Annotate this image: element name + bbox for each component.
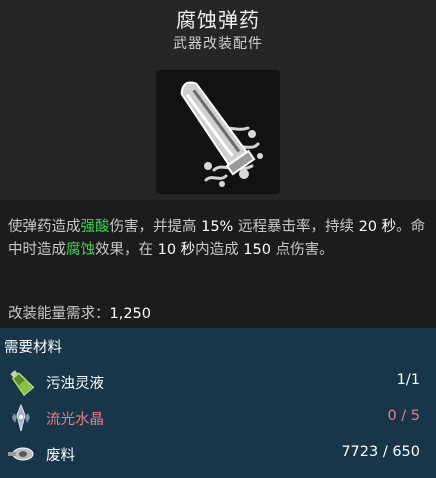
tooltip-header: 腐蚀弹药 武器改装配件 [0,0,436,200]
desc-number: 20 秒 [358,219,397,235]
item-tooltip-panel: 腐蚀弹药 武器改装配件 使弹药造成强酸伤害，并提高 15% 远程暴击率，持续 2… [0,0,436,478]
item-description: 使弹药造成强酸伤害，并提高 15% 远程暴击率，持续 20 秒。命中时造成腐蚀效… [8,216,428,262]
materials-section: 需要材料 污浊灵液 1/1 流光水晶 0 / 5 废料 7723 / 650 [0,328,436,478]
material-count: 0 / 5 [387,408,420,424]
item-title: 腐蚀弹药 [176,8,260,32]
energy-requirement: 改装能量需求：1,250 [8,302,151,323]
desc-text: 内造成 [195,242,244,258]
item-subtitle: 武器改装配件 [173,36,263,52]
material-row: 废料 7723 / 650 [0,436,436,472]
bottle-icon [6,367,36,397]
desc-number: 150 [243,242,271,258]
scrap-icon [6,439,36,469]
material-name: 污浊灵液 [46,376,104,392]
desc-highlight: 强酸 [80,219,110,235]
material-row: 污浊灵液 1/1 [0,364,436,400]
desc-text: 伤害，并提高 [109,219,202,235]
material-row: 流光水晶 0 / 5 [0,400,436,436]
desc-number: 10 秒 [157,242,196,258]
crystal-icon [6,403,36,433]
energy-value: 1,250 [109,306,152,322]
material-count: 1/1 [396,372,420,388]
desc-number: 15% [201,219,234,235]
desc-highlight: 腐蚀 [66,242,95,258]
desc-text: 使弹药造成 [8,219,81,235]
desc-text: 点伤害。 [270,242,334,258]
item-icon-frame [156,70,280,194]
material-name: 流光水晶 [46,412,104,428]
material-name: 废料 [46,448,75,464]
desc-text: 远程暴击率，持续 [233,219,359,235]
energy-label: 改装能量需求： [8,306,110,322]
desc-text: 效果，在 [95,242,158,258]
corrosive-bullet-icon [180,81,263,187]
material-count: 7723 / 650 [341,444,420,460]
materials-title: 需要材料 [4,340,62,356]
